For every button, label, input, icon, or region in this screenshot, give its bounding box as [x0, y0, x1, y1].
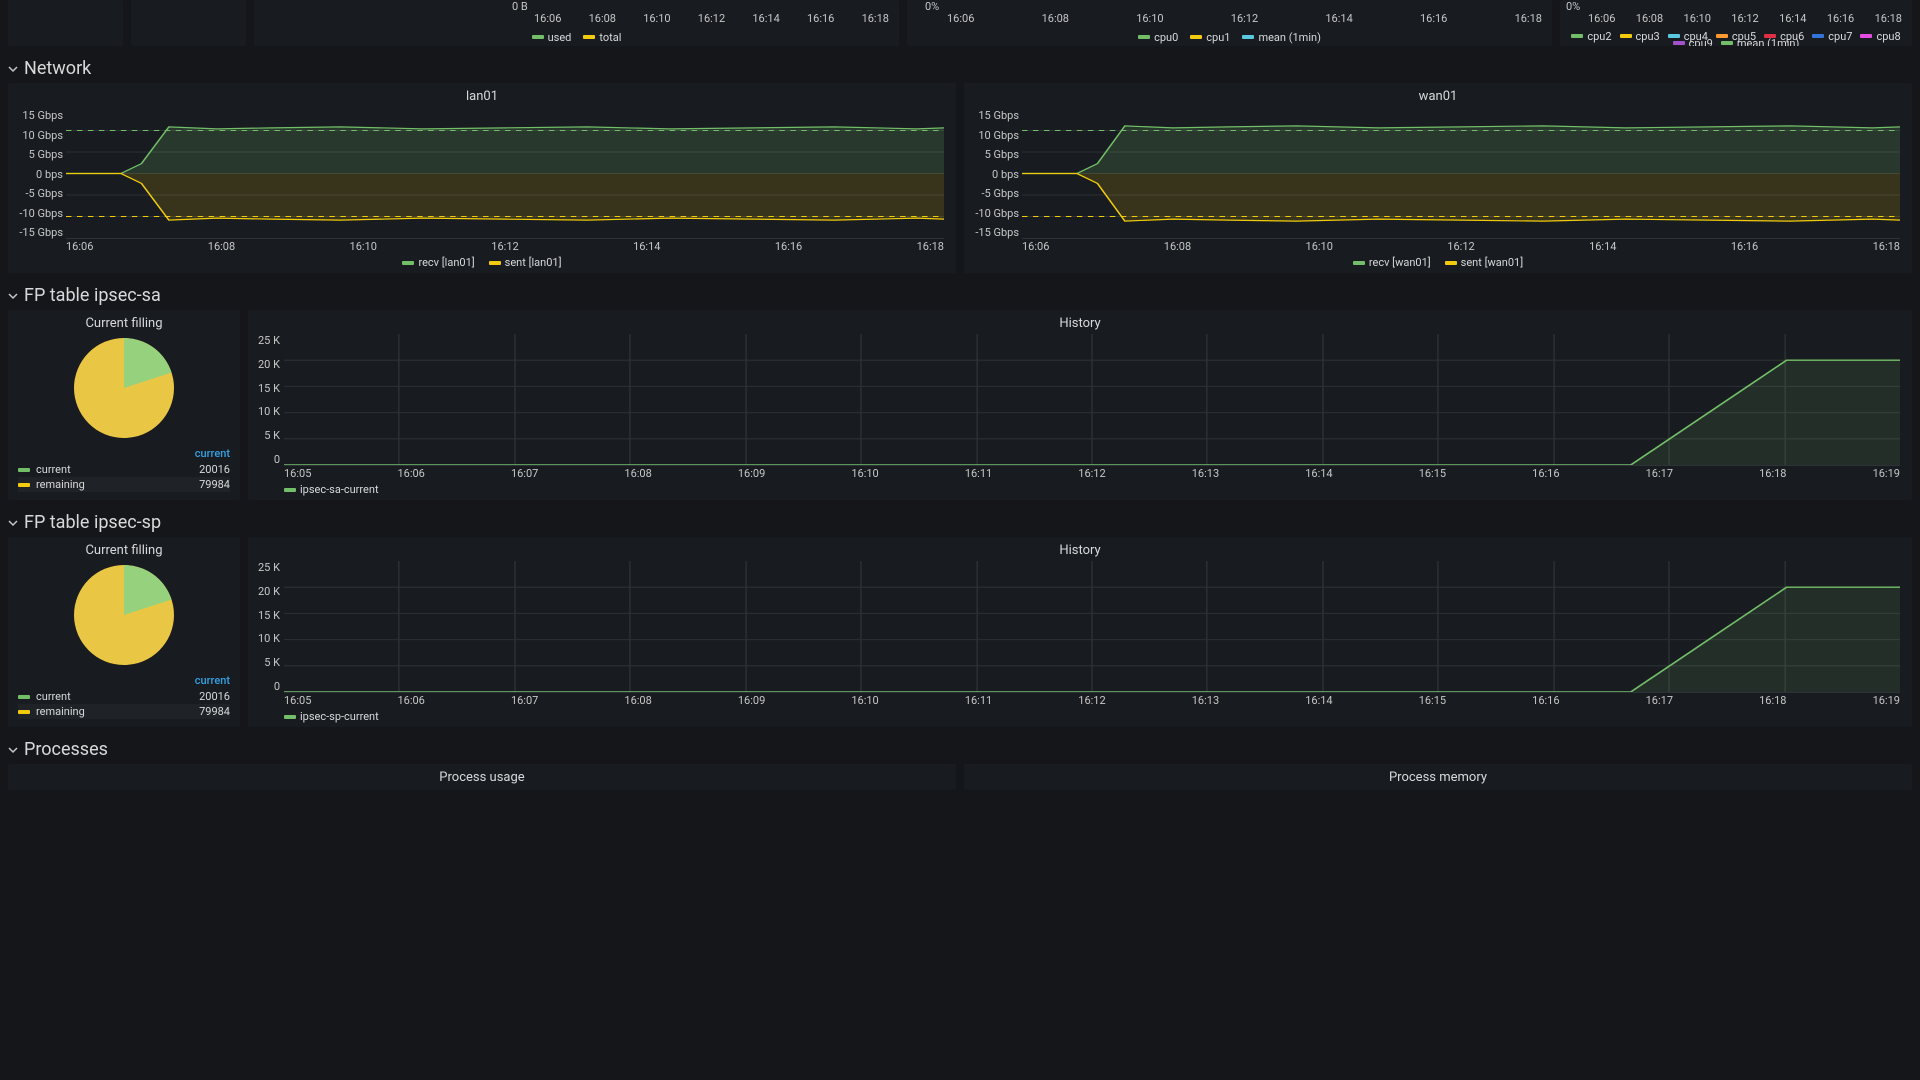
- process-memory-panel[interactable]: Process memory: [964, 764, 1912, 790]
- swatch-icon: [1721, 41, 1733, 45]
- y-ticks: 25 K20 K15 K10 K5 K0: [248, 334, 280, 466]
- table-row[interactable]: remaining 79984: [18, 477, 230, 492]
- swatch-icon: [1673, 41, 1685, 45]
- swatch-icon: [1812, 34, 1824, 38]
- ipsec-sp-history-panel[interactable]: History 25 K20 K15 K10 K5 K0 16:0516:061…: [248, 537, 1912, 727]
- section-title: FP table ipsec-sp: [24, 512, 161, 533]
- panel-title: lan01: [8, 83, 956, 106]
- swatch-icon: [18, 710, 30, 714]
- legend: ipsec-sa-current: [284, 483, 1912, 496]
- ipsec-sp-pie-panel[interactable]: Current filling current current 20016 re…: [8, 537, 240, 727]
- swatch-icon: [1190, 35, 1202, 39]
- y-ticks: 15 Gbps10 Gbps5 Gbps0 bps-5 Gbps-10 Gbps…: [964, 109, 1019, 239]
- top-strip: 0 B 16:0616:0816:1016:1216:1416:1616:18 …: [8, 0, 1912, 46]
- pie-chart: [8, 560, 240, 672]
- chevron-down-icon: [8, 64, 18, 74]
- section-title: Processes: [24, 739, 108, 760]
- swatch-icon: [1353, 261, 1365, 265]
- section-header-ipsec-sa[interactable]: FP table ipsec-sa: [8, 281, 1912, 310]
- cpu-a-mini-chart[interactable]: 0% 16:0616:0816:1016:1216:1416:1616:18 c…: [907, 0, 1552, 46]
- table-row[interactable]: current 20016: [18, 462, 230, 477]
- panel-title: wan01: [964, 83, 1912, 106]
- y-ticks: 25 K20 K15 K10 K5 K0: [248, 561, 280, 693]
- x-ticks: 16:0616:0816:1016:1216:1416:1616:18: [1022, 240, 1900, 253]
- network-wan-panel[interactable]: wan01 15 Gbps10 Gbps5 Gbps0 bps-5 Gbps-1…: [964, 83, 1912, 273]
- chart-area[interactable]: [66, 109, 944, 239]
- legend: recv [lan01] sent [lan01]: [8, 256, 956, 269]
- swatch-icon: [284, 715, 296, 719]
- chart-area[interactable]: [284, 561, 1900, 693]
- cpu-b-mini-chart[interactable]: 0% 16:0616:0816:1016:1216:1416:1616:18 c…: [1560, 0, 1912, 46]
- section-header-network[interactable]: Network: [8, 54, 1912, 83]
- table-header-current: current: [18, 445, 230, 462]
- y-zero-label: 0%: [925, 0, 939, 13]
- table-row[interactable]: current 20016: [18, 689, 230, 704]
- legend-row2: cpu9 mean (1min): [1560, 40, 1912, 46]
- legend: cpu0 cpu1 mean (1min): [907, 28, 1552, 46]
- chevron-down-icon: [8, 518, 18, 528]
- table-row[interactable]: remaining 79984: [18, 704, 230, 719]
- ipsec-sa-history-panel[interactable]: History 25 K20 K15 K10 K5 K0 16:0516:061…: [248, 310, 1912, 500]
- chart-area[interactable]: [1022, 109, 1900, 239]
- section-header-ipsec-sp[interactable]: FP table ipsec-sp: [8, 508, 1912, 537]
- panel-title: History: [248, 537, 1912, 560]
- panel-title: Current filling: [8, 310, 240, 333]
- swatch-icon: [1138, 35, 1150, 39]
- legend: recv [wan01] sent [wan01]: [964, 256, 1912, 269]
- chevron-down-icon: [8, 291, 18, 301]
- section-header-processes[interactable]: Processes: [8, 735, 1912, 764]
- x-ticks: 16:0516:0616:0716:0816:0916:1016:1116:12…: [284, 467, 1900, 480]
- table-header-current: current: [18, 672, 230, 689]
- swatch-icon: [1242, 35, 1254, 39]
- swatch-icon: [18, 483, 30, 487]
- x-ticks: 16:0516:0616:0716:0816:0916:1016:1116:12…: [284, 694, 1900, 707]
- ipsec-sa-pie-panel[interactable]: Current filling current current 20016 re…: [8, 310, 240, 500]
- swatch-icon: [1571, 34, 1583, 38]
- legend: used total: [254, 28, 899, 46]
- y-zero-label: 0 B: [512, 0, 528, 13]
- chevron-down-icon: [8, 745, 18, 755]
- panel-title: Process usage: [8, 764, 956, 787]
- swatch-icon: [1445, 261, 1457, 265]
- swatch-icon: [284, 488, 296, 492]
- stat-panel-1[interactable]: [8, 0, 123, 46]
- chart-area[interactable]: [284, 334, 1900, 466]
- swatch-icon: [1860, 34, 1872, 38]
- swatch-icon: [1668, 34, 1680, 38]
- swatch-icon: [583, 35, 595, 39]
- swatch-icon: [489, 261, 501, 265]
- process-usage-panel[interactable]: Process usage: [8, 764, 956, 790]
- swatch-icon: [402, 261, 414, 265]
- y-ticks: 15 Gbps10 Gbps5 Gbps0 bps-5 Gbps-10 Gbps…: [8, 109, 63, 239]
- swatch-icon: [18, 695, 30, 699]
- swatch-icon: [18, 468, 30, 472]
- legend: ipsec-sp-current: [284, 710, 1912, 723]
- pie-chart: [8, 333, 240, 445]
- section-title: Network: [24, 58, 91, 79]
- stat-panel-2[interactable]: [131, 0, 246, 46]
- panel-title: History: [248, 310, 1912, 333]
- y-zero-label: 0%: [1566, 0, 1580, 13]
- network-lan-panel[interactable]: lan01 15 Gbps10 Gbps5 Gbps0 bps-5 Gbps-1…: [8, 83, 956, 273]
- pie-table: current current 20016 remaining 79984: [8, 672, 240, 719]
- memory-mini-chart[interactable]: 0 B 16:0616:0816:1016:1216:1416:1616:18 …: [254, 0, 899, 46]
- x-ticks: 16:0616:0816:1016:1216:1416:1616:18: [66, 240, 944, 253]
- panel-title: Process memory: [964, 764, 1912, 787]
- swatch-icon: [532, 35, 544, 39]
- pie-table: current current 20016 remaining 79984: [8, 445, 240, 492]
- swatch-icon: [1716, 34, 1728, 38]
- swatch-icon: [1620, 34, 1632, 38]
- panel-title: Current filling: [8, 537, 240, 560]
- section-title: FP table ipsec-sa: [24, 285, 161, 306]
